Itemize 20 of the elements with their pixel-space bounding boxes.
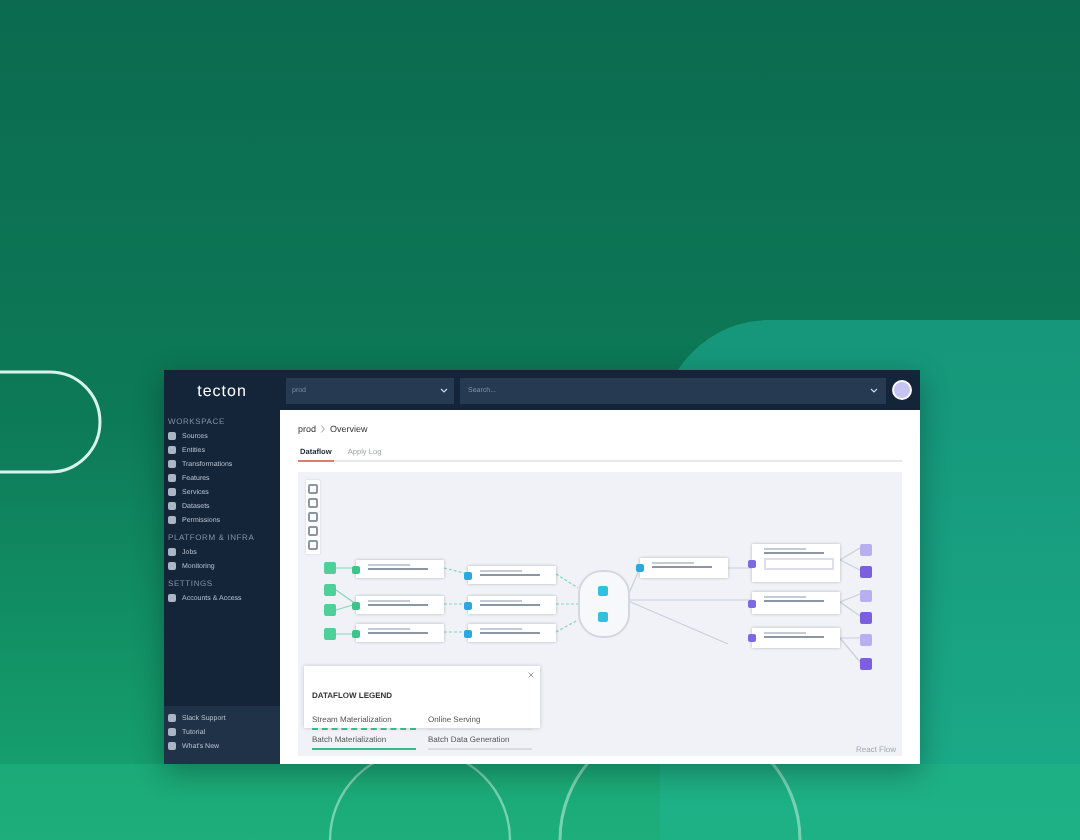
close-icon[interactable] xyxy=(528,672,534,678)
node-card[interactable] xyxy=(356,560,444,578)
brand-logo: tecton xyxy=(195,379,249,403)
node-card[interactable] xyxy=(356,596,444,614)
node-card[interactable] xyxy=(752,628,840,648)
legend-line xyxy=(312,726,416,730)
node-card[interactable] xyxy=(752,592,840,614)
node-card[interactable] xyxy=(468,596,556,614)
node-card[interactable] xyxy=(752,544,840,582)
node-card[interactable] xyxy=(640,558,728,578)
chevron-right-icon xyxy=(320,424,327,434)
legend-line xyxy=(312,746,416,750)
avatar[interactable] xyxy=(892,380,912,400)
node-card[interactable] xyxy=(468,624,556,642)
decorative-outline xyxy=(0,370,102,474)
service-node[interactable] xyxy=(578,570,630,638)
node-card[interactable] xyxy=(356,624,444,642)
chevron-down-icon xyxy=(440,387,448,393)
node-card[interactable] xyxy=(468,566,556,584)
chevron-down-icon xyxy=(870,387,878,393)
